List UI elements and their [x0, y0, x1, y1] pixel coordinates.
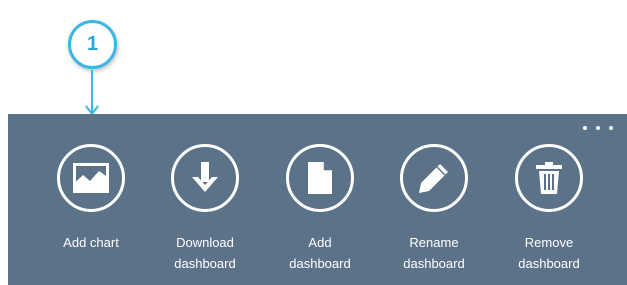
add-dashboard-button[interactable]: Add dashboard — [265, 144, 375, 274]
add-chart-ring — [57, 144, 125, 212]
label-line2: dashboard — [518, 256, 580, 271]
more-dot-icon — [596, 126, 600, 130]
download-icon — [192, 162, 218, 192]
chart-icon — [73, 163, 109, 193]
label-line1: Rename — [409, 235, 459, 250]
label-line1: Download — [176, 235, 234, 250]
remove-dashboard-button[interactable]: Remove dashboard — [494, 144, 604, 274]
add-dashboard-ring — [286, 144, 354, 212]
label-line2: dashboard — [403, 256, 465, 271]
trash-icon — [536, 162, 562, 194]
add-chart-label: Add chart — [36, 232, 146, 253]
download-dashboard-label: Download dashboard — [150, 232, 260, 274]
more-options-button[interactable] — [583, 120, 613, 136]
label-line2: dashboard — [289, 256, 351, 271]
label-line2: dashboard — [174, 256, 236, 271]
label-line1: Remove — [524, 235, 574, 250]
document-icon — [308, 162, 332, 194]
callout-badge: 1 — [68, 20, 117, 69]
callout-number: 1 — [86, 33, 99, 55]
rename-dashboard-label: Rename dashboard — [379, 232, 489, 274]
label-line1: Add chart — [63, 235, 119, 250]
add-dashboard-label: Add dashboard — [265, 232, 375, 274]
app-bar: Add chart Download dashboard Add dashboa… — [8, 114, 627, 285]
rename-dashboard-button[interactable]: Rename dashboard — [379, 144, 489, 274]
screenshot-stage: 1 Add chart Download dashboard Add dashb… — [0, 0, 627, 285]
add-chart-button[interactable]: Add chart — [36, 144, 146, 253]
callout-arrow-icon — [85, 70, 99, 116]
download-ring — [171, 144, 239, 212]
label-line1: Add — [308, 235, 332, 250]
pencil-icon — [419, 164, 448, 193]
more-dot-icon — [609, 126, 613, 130]
remove-ring — [515, 144, 583, 212]
more-dot-icon — [583, 126, 587, 130]
remove-dashboard-label: Remove dashboard — [494, 232, 604, 274]
rename-ring — [400, 144, 468, 212]
download-dashboard-button[interactable]: Download dashboard — [150, 144, 260, 274]
